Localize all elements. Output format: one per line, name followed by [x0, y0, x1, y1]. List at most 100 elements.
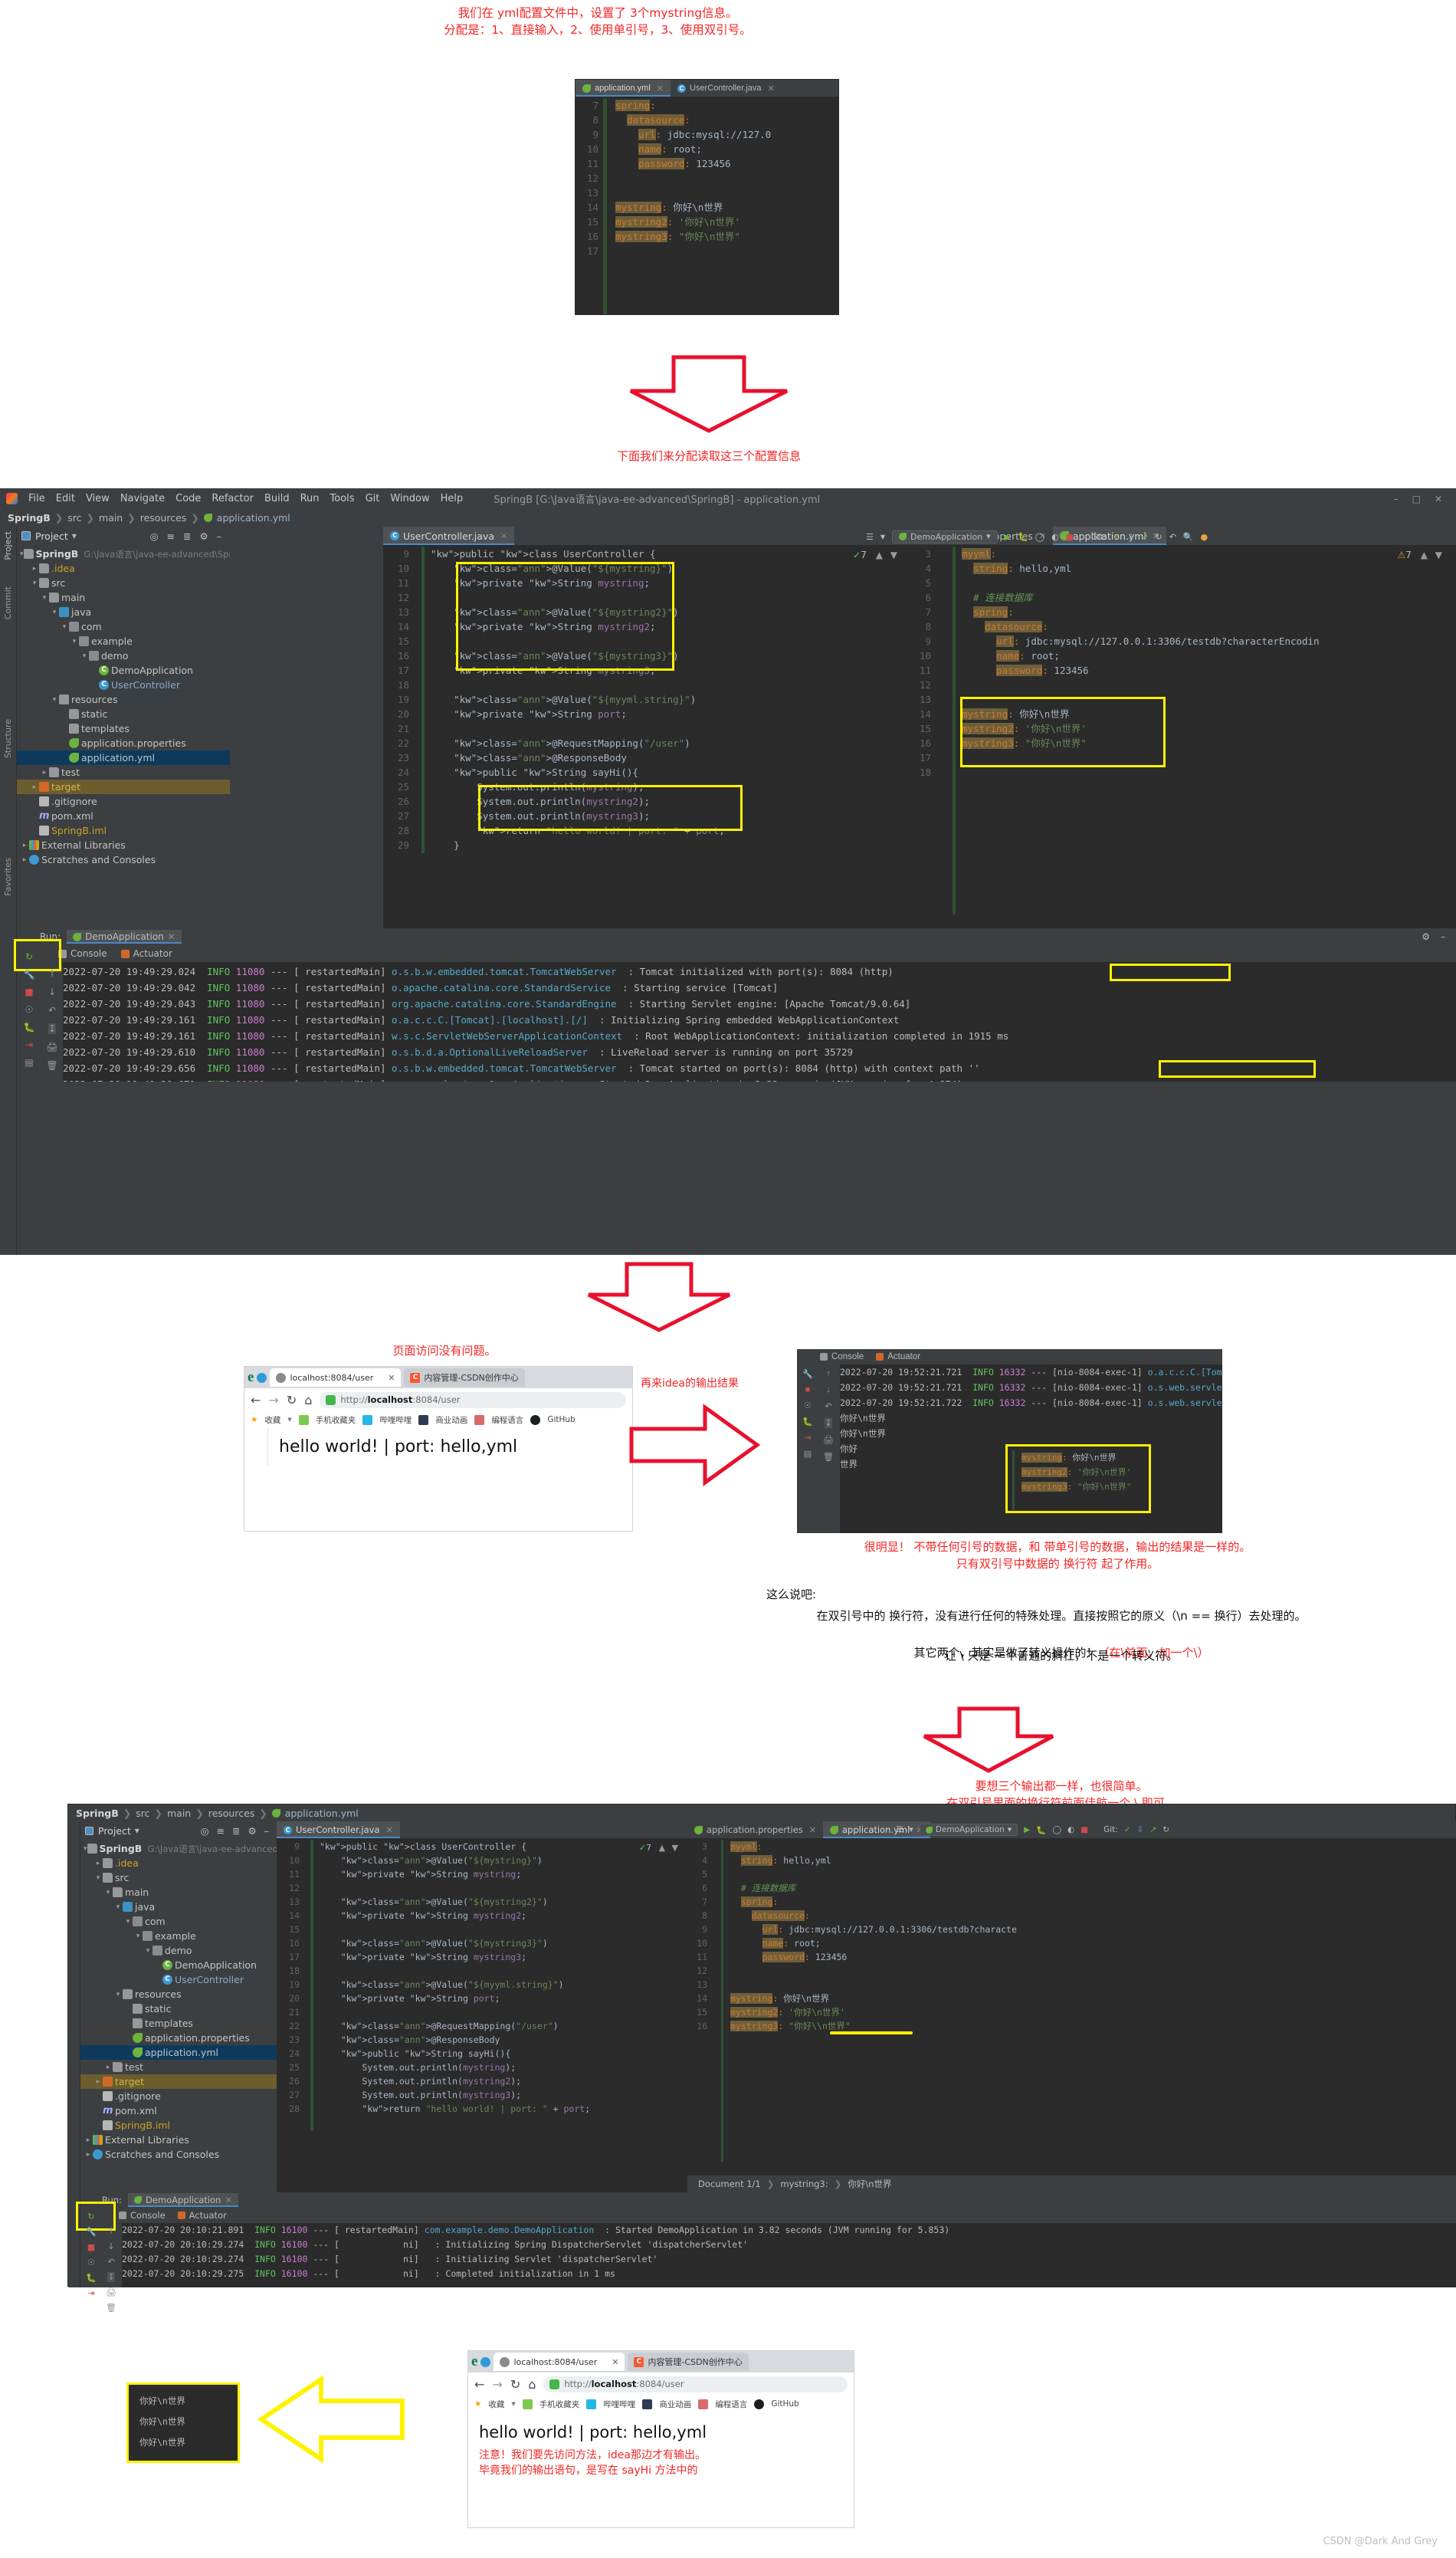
tree-item[interactable]: static — [80, 2001, 277, 2016]
inspection-widget-2[interactable]: ✓7 ▲ ▼ — [639, 1843, 678, 1853]
close-window-icon[interactable]: ✕ — [1435, 494, 1442, 504]
tree-item[interactable]: ▸ .idea — [80, 1856, 277, 1870]
console-subtab-2[interactable]: Console — [820, 1352, 864, 1361]
down-arrow-icon[interactable]: ↓ — [48, 987, 56, 997]
down-arrow-icon[interactable]: ↓ — [826, 1385, 831, 1394]
actuator-subtab-ide2[interactable]: Actuator — [177, 2210, 227, 2221]
tree-item[interactable]: m pom.xml — [17, 809, 230, 823]
tree-item[interactable]: ▸ External Libraries — [17, 838, 230, 852]
dump-threads-icon[interactable]: ☉ — [25, 1004, 34, 1015]
tree-item[interactable]: ▾ resources — [80, 1987, 277, 2001]
run-tab-demoapplication-2[interactable]: DemoApplication ✕ — [127, 2193, 239, 2207]
chevron-up-icon[interactable]: ▲ — [876, 550, 883, 560]
url-bar-1[interactable]: http://localhost:8084/user — [320, 1391, 626, 1408]
close-icon[interactable]: ✕ — [388, 1373, 395, 1383]
stop-icon[interactable]: ■ — [87, 2242, 95, 2252]
tree-item[interactable]: ▾ example — [80, 1929, 277, 1943]
browser-tab-csdn-2[interactable]: C 内容管理-CSDN创作中心 — [628, 2353, 749, 2371]
down-arrow-icon[interactable]: ↓ — [107, 2241, 114, 2251]
breadcrumb-src[interactable]: src — [67, 512, 81, 524]
debug-icon[interactable]: 🐛 — [1018, 532, 1028, 542]
tree-expander-icon[interactable]: ▾ — [70, 638, 79, 645]
close-icon[interactable]: ✕ — [168, 931, 175, 942]
tree-item[interactable]: ▾ src — [80, 1870, 277, 1885]
bookmark-item[interactable]: 手机收藏夹 — [539, 2399, 580, 2410]
history-icon[interactable]: ↻ — [1155, 532, 1162, 542]
tree-expander-icon[interactable]: ▾ — [93, 1874, 103, 1882]
tree-item[interactable]: m pom.xml — [80, 2103, 277, 2118]
search-icon[interactable]: 🔍 — [1183, 532, 1194, 542]
menu-tools[interactable]: Tools — [330, 493, 355, 504]
restart-debug-icon[interactable]: 🐛 — [24, 1022, 35, 1033]
settings-wrench-icon[interactable]: 🔧 — [86, 2227, 97, 2237]
breadcrumb-main[interactable]: main — [167, 1808, 191, 1819]
tree-item[interactable]: ▾ demo — [80, 1943, 277, 1958]
tree-expander-icon[interactable]: ▾ — [60, 623, 69, 631]
debug-icon[interactable]: 🐛 — [1036, 1825, 1046, 1835]
tree-expander-icon[interactable]: ▸ — [30, 783, 39, 791]
menu-run[interactable]: Run — [300, 493, 320, 504]
tab-usercontroller-java[interactable]: C UserController.java ✕ — [670, 80, 782, 97]
breadcrumb-main[interactable]: main — [99, 512, 123, 524]
breadcrumb-application-yml[interactable]: application.yml — [285, 1808, 359, 1819]
tree-item[interactable]: application.yml — [80, 2045, 277, 2060]
close-icon[interactable]: ✕ — [500, 531, 507, 541]
close-icon[interactable]: ✕ — [657, 84, 664, 94]
back-icon[interactable]: ← — [474, 2377, 484, 2392]
menu-navigate[interactable]: Navigate — [120, 493, 165, 504]
chevron-down-icon[interactable]: ▼ — [909, 1827, 913, 1833]
tree-item[interactable]: templates — [80, 2016, 277, 2031]
tab-usercontroller-java[interactable]: C UserController.java ✕ — [383, 527, 515, 545]
menu-edit[interactable]: Edit — [56, 493, 75, 504]
tree-expander-icon[interactable]: ▸ — [20, 856, 29, 864]
close-icon[interactable]: ✕ — [768, 84, 775, 94]
breadcrumb-springb[interactable]: SpringB — [76, 1808, 119, 1819]
tree-expander-icon[interactable]: ▾ — [80, 652, 89, 660]
chevron-down-icon[interactable]: ▼ — [287, 1417, 291, 1423]
chevron-down-icon[interactable]: ▼ — [672, 1843, 678, 1853]
stop-icon[interactable]: ■ — [1066, 532, 1074, 542]
scroll-to-end-icon[interactable]: ↧ — [825, 1418, 832, 1428]
breadcrumb-application-yml[interactable]: application.yml — [217, 512, 290, 524]
exit-icon[interactable]: ⇥ — [804, 1433, 811, 1443]
breadcrumb-resources[interactable]: resources — [208, 1808, 255, 1819]
chevron-down-icon[interactable]: ▼ — [1435, 550, 1442, 560]
tree-item[interactable]: ▸ test — [80, 2060, 277, 2074]
run-configuration-selector[interactable]: DemoApplication ▼ — [892, 530, 998, 543]
git-check-icon[interactable]: ✓ — [1124, 1825, 1131, 1834]
browser-tab-csdn-1[interactable]: C 内容管理-CSDN创作中心 — [404, 1368, 525, 1387]
back-icon[interactable]: ← — [251, 1393, 261, 1407]
run-icon[interactable]: ▶ — [1024, 1825, 1030, 1834]
print-icon[interactable]: 🖨 — [46, 1042, 57, 1052]
tree-expander-icon[interactable]: ▾ — [84, 1845, 87, 1853]
tree-expander-icon[interactable]: ▸ — [93, 2078, 103, 2086]
console-output-1[interactable]: 2022-07-20 19:49:29.024 INFO 11080 --- [… — [63, 962, 1456, 1082]
history-icon[interactable]: ↻ — [1163, 1825, 1169, 1834]
run-tab-demoapplication[interactable]: DemoApplication ✕ — [67, 930, 182, 944]
restart-debug-icon[interactable]: 🐛 — [86, 2273, 97, 2283]
search-everywhere-icon[interactable]: ☰ — [896, 1825, 903, 1834]
tree-item[interactable]: ▾ com — [80, 1914, 277, 1929]
restart-debug-icon[interactable]: 🐛 — [802, 1417, 813, 1427]
bookmark-item[interactable]: 收藏 — [264, 1414, 280, 1426]
tree-expander-icon[interactable]: ▾ — [50, 609, 59, 616]
run-configuration-selector-2[interactable]: DemoApplication ▼ — [919, 1824, 1018, 1836]
locate-icon[interactable]: ◎ — [150, 530, 159, 542]
menu-git[interactable]: Git — [366, 493, 380, 504]
tool-tab-project[interactable]: Project — [3, 531, 13, 560]
tree-item[interactable]: ▸ Scratches and Consoles — [17, 852, 230, 867]
tree-item[interactable]: ▸ .idea — [17, 561, 230, 576]
java-code-2[interactable]: "kw">public "kw">class UserController { … — [320, 1840, 590, 2116]
home-icon[interactable]: ⌂ — [304, 1393, 312, 1407]
print-icon[interactable]: 🖨 — [106, 2287, 116, 2297]
print-icon[interactable]: 🖨 — [823, 1435, 834, 1445]
bookmark-item[interactable]: 商业动画 — [435, 1414, 467, 1426]
chevron-down-icon[interactable]: ▼ — [890, 550, 897, 560]
menu-build[interactable]: Build — [264, 493, 290, 504]
avatar[interactable]: ● — [1200, 532, 1208, 542]
tree-item[interactable]: application.yml — [17, 750, 230, 765]
menu-code[interactable]: Code — [175, 493, 201, 504]
tree-item[interactable]: templates — [17, 721, 230, 736]
tree-item[interactable]: C UserController — [17, 678, 230, 692]
home-icon[interactable]: ⌂ — [528, 2377, 536, 2392]
